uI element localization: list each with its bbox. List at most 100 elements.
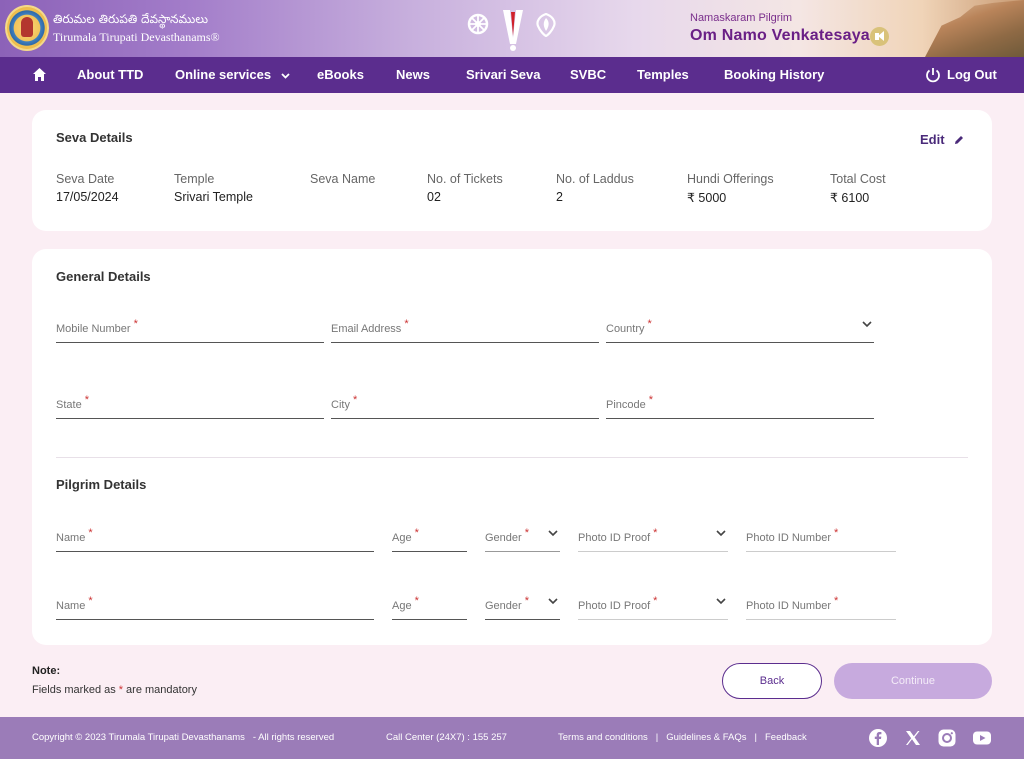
greeting-big: Om Namo Venkatesaya [690, 27, 870, 44]
pilgrim-id-proof-label-text: Photo ID Proof [578, 532, 651, 544]
city-label-text: City [331, 399, 350, 411]
pilgrim-gender-select[interactable]: Gender * [485, 518, 560, 552]
seva-date-value: 17/05/2024 [56, 190, 119, 204]
nav-news[interactable]: News [396, 57, 430, 93]
tickets-col: No. of Tickets 02 [427, 172, 503, 204]
required-mark: * [88, 527, 93, 539]
mobile-number-label-text: Mobile Number [56, 323, 131, 335]
temple-value: Srivari Temple [174, 190, 253, 204]
pilgrim-name-label: Name * [56, 527, 93, 544]
pilgrim-name-field[interactable]: Name * [56, 586, 374, 620]
back-button[interactable]: Back [722, 663, 822, 699]
instagram-icon[interactable] [937, 728, 957, 748]
main-nav: About TTD Online services eBooks News Sr… [0, 57, 1024, 93]
state-label-text: State [56, 399, 82, 411]
continue-button[interactable]: Continue [834, 663, 992, 699]
nav-about-ttd[interactable]: About TTD [77, 57, 143, 93]
mobile-number-label: Mobile Number * [56, 318, 138, 335]
chevron-down-icon [716, 530, 726, 537]
temple-label: Temple [174, 172, 215, 186]
edit-button[interactable]: Edit [920, 132, 964, 147]
home-icon[interactable] [32, 67, 47, 82]
pilgrim-age-label: Age * [392, 595, 419, 612]
pilgrim-name-label: Name * [56, 595, 93, 612]
pincode-field[interactable]: Pincode * [606, 385, 874, 419]
facebook-icon[interactable] [868, 728, 888, 748]
pilgrim-id-proof-label: Photo ID Proof * [578, 527, 657, 544]
nav-ebooks[interactable]: eBooks [317, 57, 364, 93]
country-select[interactable]: Country * [606, 309, 874, 343]
mobile-number-field[interactable]: Mobile Number * [56, 309, 324, 343]
link-separator: | [754, 732, 757, 743]
nav-booking-history[interactable]: Booking History [724, 57, 824, 93]
nav-temples[interactable]: Temples [637, 57, 689, 93]
required-mark: * [833, 527, 839, 539]
pilgrim-gender-select[interactable]: Gender * [485, 586, 560, 620]
terms-link[interactable]: Terms and conditions [558, 732, 648, 743]
required-mark: * [88, 595, 93, 607]
pilgrim-id-number-label-text: Photo ID Number [746, 600, 831, 612]
conch-icon [536, 13, 556, 37]
pilgrim-name-label-text: Name [56, 600, 86, 612]
pilgrim-id-number-label: Photo ID Number * [746, 595, 838, 612]
chakra-icon [467, 13, 489, 35]
nav-online-services[interactable]: Online services [175, 57, 290, 93]
feedback-link[interactable]: Feedback [765, 732, 807, 743]
chevron-down-icon [716, 598, 726, 605]
pencil-icon [955, 136, 964, 144]
pilgrim-gender-label: Gender * [485, 595, 529, 612]
ttd-seal-logo[interactable] [5, 5, 49, 51]
general-details-title: General Details [56, 269, 151, 284]
pilgrim-age-label-text: Age [392, 600, 412, 612]
chevron-down-icon [548, 530, 558, 537]
pilgrim-gender-label: Gender * [485, 527, 529, 544]
hundi-col: Hundi Offerings ₹ 5000 [687, 172, 774, 205]
section-divider [56, 457, 968, 458]
edit-label: Edit [920, 132, 945, 147]
pilgrim-id-proof-label-text: Photo ID Proof [578, 600, 651, 612]
required-mark: * [524, 595, 529, 607]
pilgrim-id-proof-select[interactable]: Photo ID Proof * [578, 586, 728, 620]
note-text-after: are mandatory [126, 684, 197, 696]
hundi-value: ₹ 5000 [687, 191, 727, 205]
x-icon[interactable] [903, 728, 923, 748]
pilgrim-id-proof-select[interactable]: Photo ID Proof * [578, 518, 728, 552]
city-field[interactable]: City * [331, 385, 599, 419]
pilgrim-id-number-field[interactable]: Photo ID Number * [746, 518, 896, 552]
power-icon[interactable] [925, 67, 941, 83]
pilgrim-age-label: Age * [392, 527, 419, 544]
logout-button[interactable]: Log Out [947, 57, 997, 93]
hundi-label: Hundi Offerings [687, 172, 774, 186]
guidelines-faqs-link[interactable]: Guidelines & FAQs [666, 732, 746, 743]
seva-name-label: Seva Name [310, 172, 376, 186]
laddus-label: No. of Laddus [556, 172, 634, 186]
note-text: Fields marked as * are mandatory [32, 684, 197, 696]
call-center-text: Call Center (24X7) : 155 257 [386, 732, 507, 743]
nav-svbc[interactable]: SVBC [570, 57, 606, 93]
pincode-label-text: Pincode [606, 399, 646, 411]
pincode-label: Pincode * [606, 394, 653, 411]
pilgrim-id-proof-label: Photo ID Proof * [578, 595, 657, 612]
footer-links: Terms and conditions | Guidelines & FAQs | F… [558, 732, 807, 743]
note-text-before: Fields marked as [32, 684, 116, 696]
seva-date-label: Seva Date [56, 172, 115, 186]
audio-speaker-icon[interactable] [870, 27, 889, 46]
pilgrim-age-field[interactable]: Age * [392, 518, 467, 552]
pilgrim-age-field[interactable]: Age * [392, 586, 467, 620]
required-mark: * [352, 394, 358, 406]
pilgrim-age-label-text: Age [392, 532, 412, 544]
nav-srivari-seva[interactable]: Srivari Seva [466, 57, 540, 93]
logo-telugu-text: తిరుమల తిరుపతి దేవస్థానములు [53, 12, 208, 26]
required-mark: * [833, 595, 839, 607]
email-address-field[interactable]: Email Address * [331, 309, 599, 343]
total-cost-label: Total Cost [830, 172, 886, 186]
required-mark: * [414, 527, 419, 539]
state-field[interactable]: State * [56, 385, 324, 419]
required-mark: * [84, 394, 89, 406]
required-mark: * [414, 595, 419, 607]
youtube-icon[interactable] [972, 728, 992, 748]
tickets-label: No. of Tickets [427, 172, 503, 186]
namam-icon [503, 10, 523, 51]
pilgrim-id-number-field[interactable]: Photo ID Number * [746, 586, 896, 620]
pilgrim-name-field[interactable]: Name * [56, 518, 374, 552]
